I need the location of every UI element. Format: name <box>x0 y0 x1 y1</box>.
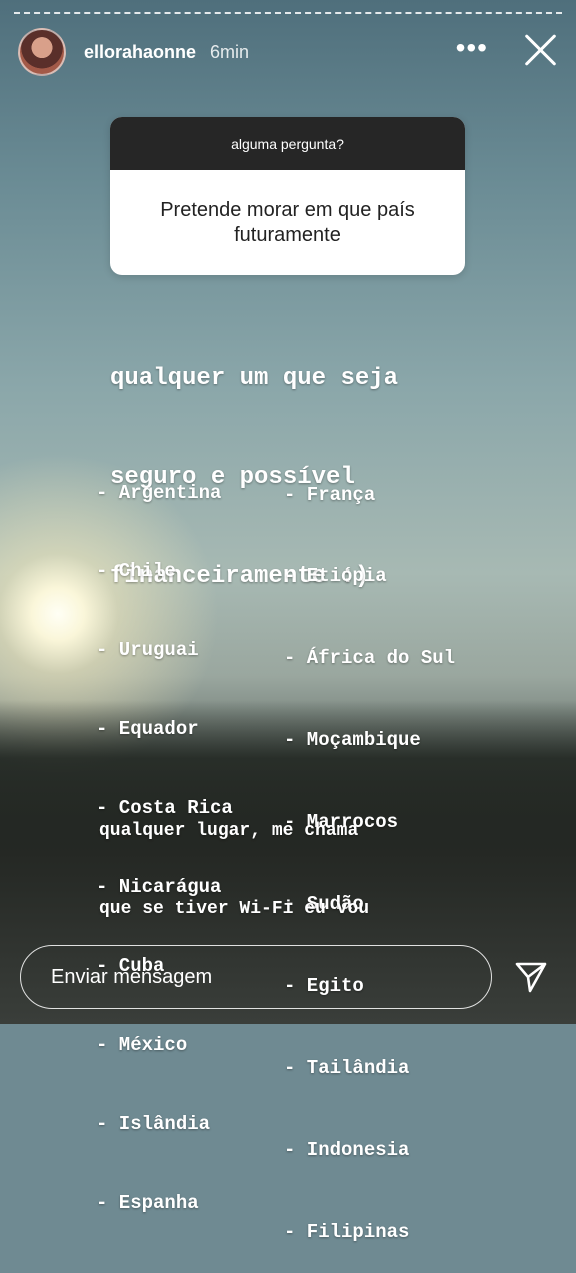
list-item: - Islândia <box>96 1112 211 1135</box>
answer-line: qualquer um que seja <box>110 365 399 392</box>
close-icon[interactable] <box>522 32 558 68</box>
list-item: - Moçambique <box>284 729 421 752</box>
more-dots-icon[interactable]: ••• <box>456 34 488 62</box>
list-item: - França <box>284 483 376 506</box>
question-sticker-header: alguma pergunta? <box>110 117 465 170</box>
message-input[interactable]: Enviar mensagem <box>20 945 492 1009</box>
list-item: - Chile <box>96 560 176 583</box>
question-sticker: alguma pergunta? Pretende morar em que p… <box>110 117 465 275</box>
footer-line: qualquer lugar, me chama <box>99 821 359 841</box>
list-item: - Indonesia <box>284 1138 410 1161</box>
list-item: - África do Sul <box>284 647 456 670</box>
avatar[interactable] <box>18 28 66 76</box>
username[interactable]: ellorahaonne <box>84 42 196 63</box>
list-item: - Equador <box>96 718 199 741</box>
list-item: - Filipinas <box>284 1220 410 1243</box>
message-placeholder: Enviar mensagem <box>51 965 213 988</box>
footer-line: que se tiver Wi-Fi eu vou <box>99 899 370 919</box>
story-progress-bar <box>14 12 562 14</box>
list-item: - Etiópia <box>284 565 387 588</box>
list-item: - Espanha <box>96 1191 199 1214</box>
list-item: - México <box>96 1033 188 1056</box>
question-text: Pretende morar em que país futuramente <box>160 198 415 246</box>
list-item: - Tailândia <box>284 1056 410 1079</box>
footer-text: qualquer lugar, me chama que se tiver Wi… <box>99 766 369 948</box>
post-time: 6min <box>210 41 250 62</box>
story-header: ellorahaonne 6min ••• <box>18 28 558 76</box>
send-icon[interactable] <box>514 960 548 994</box>
list-item: - Argentina <box>96 481 222 504</box>
list-item: - Uruguai <box>96 639 199 662</box>
